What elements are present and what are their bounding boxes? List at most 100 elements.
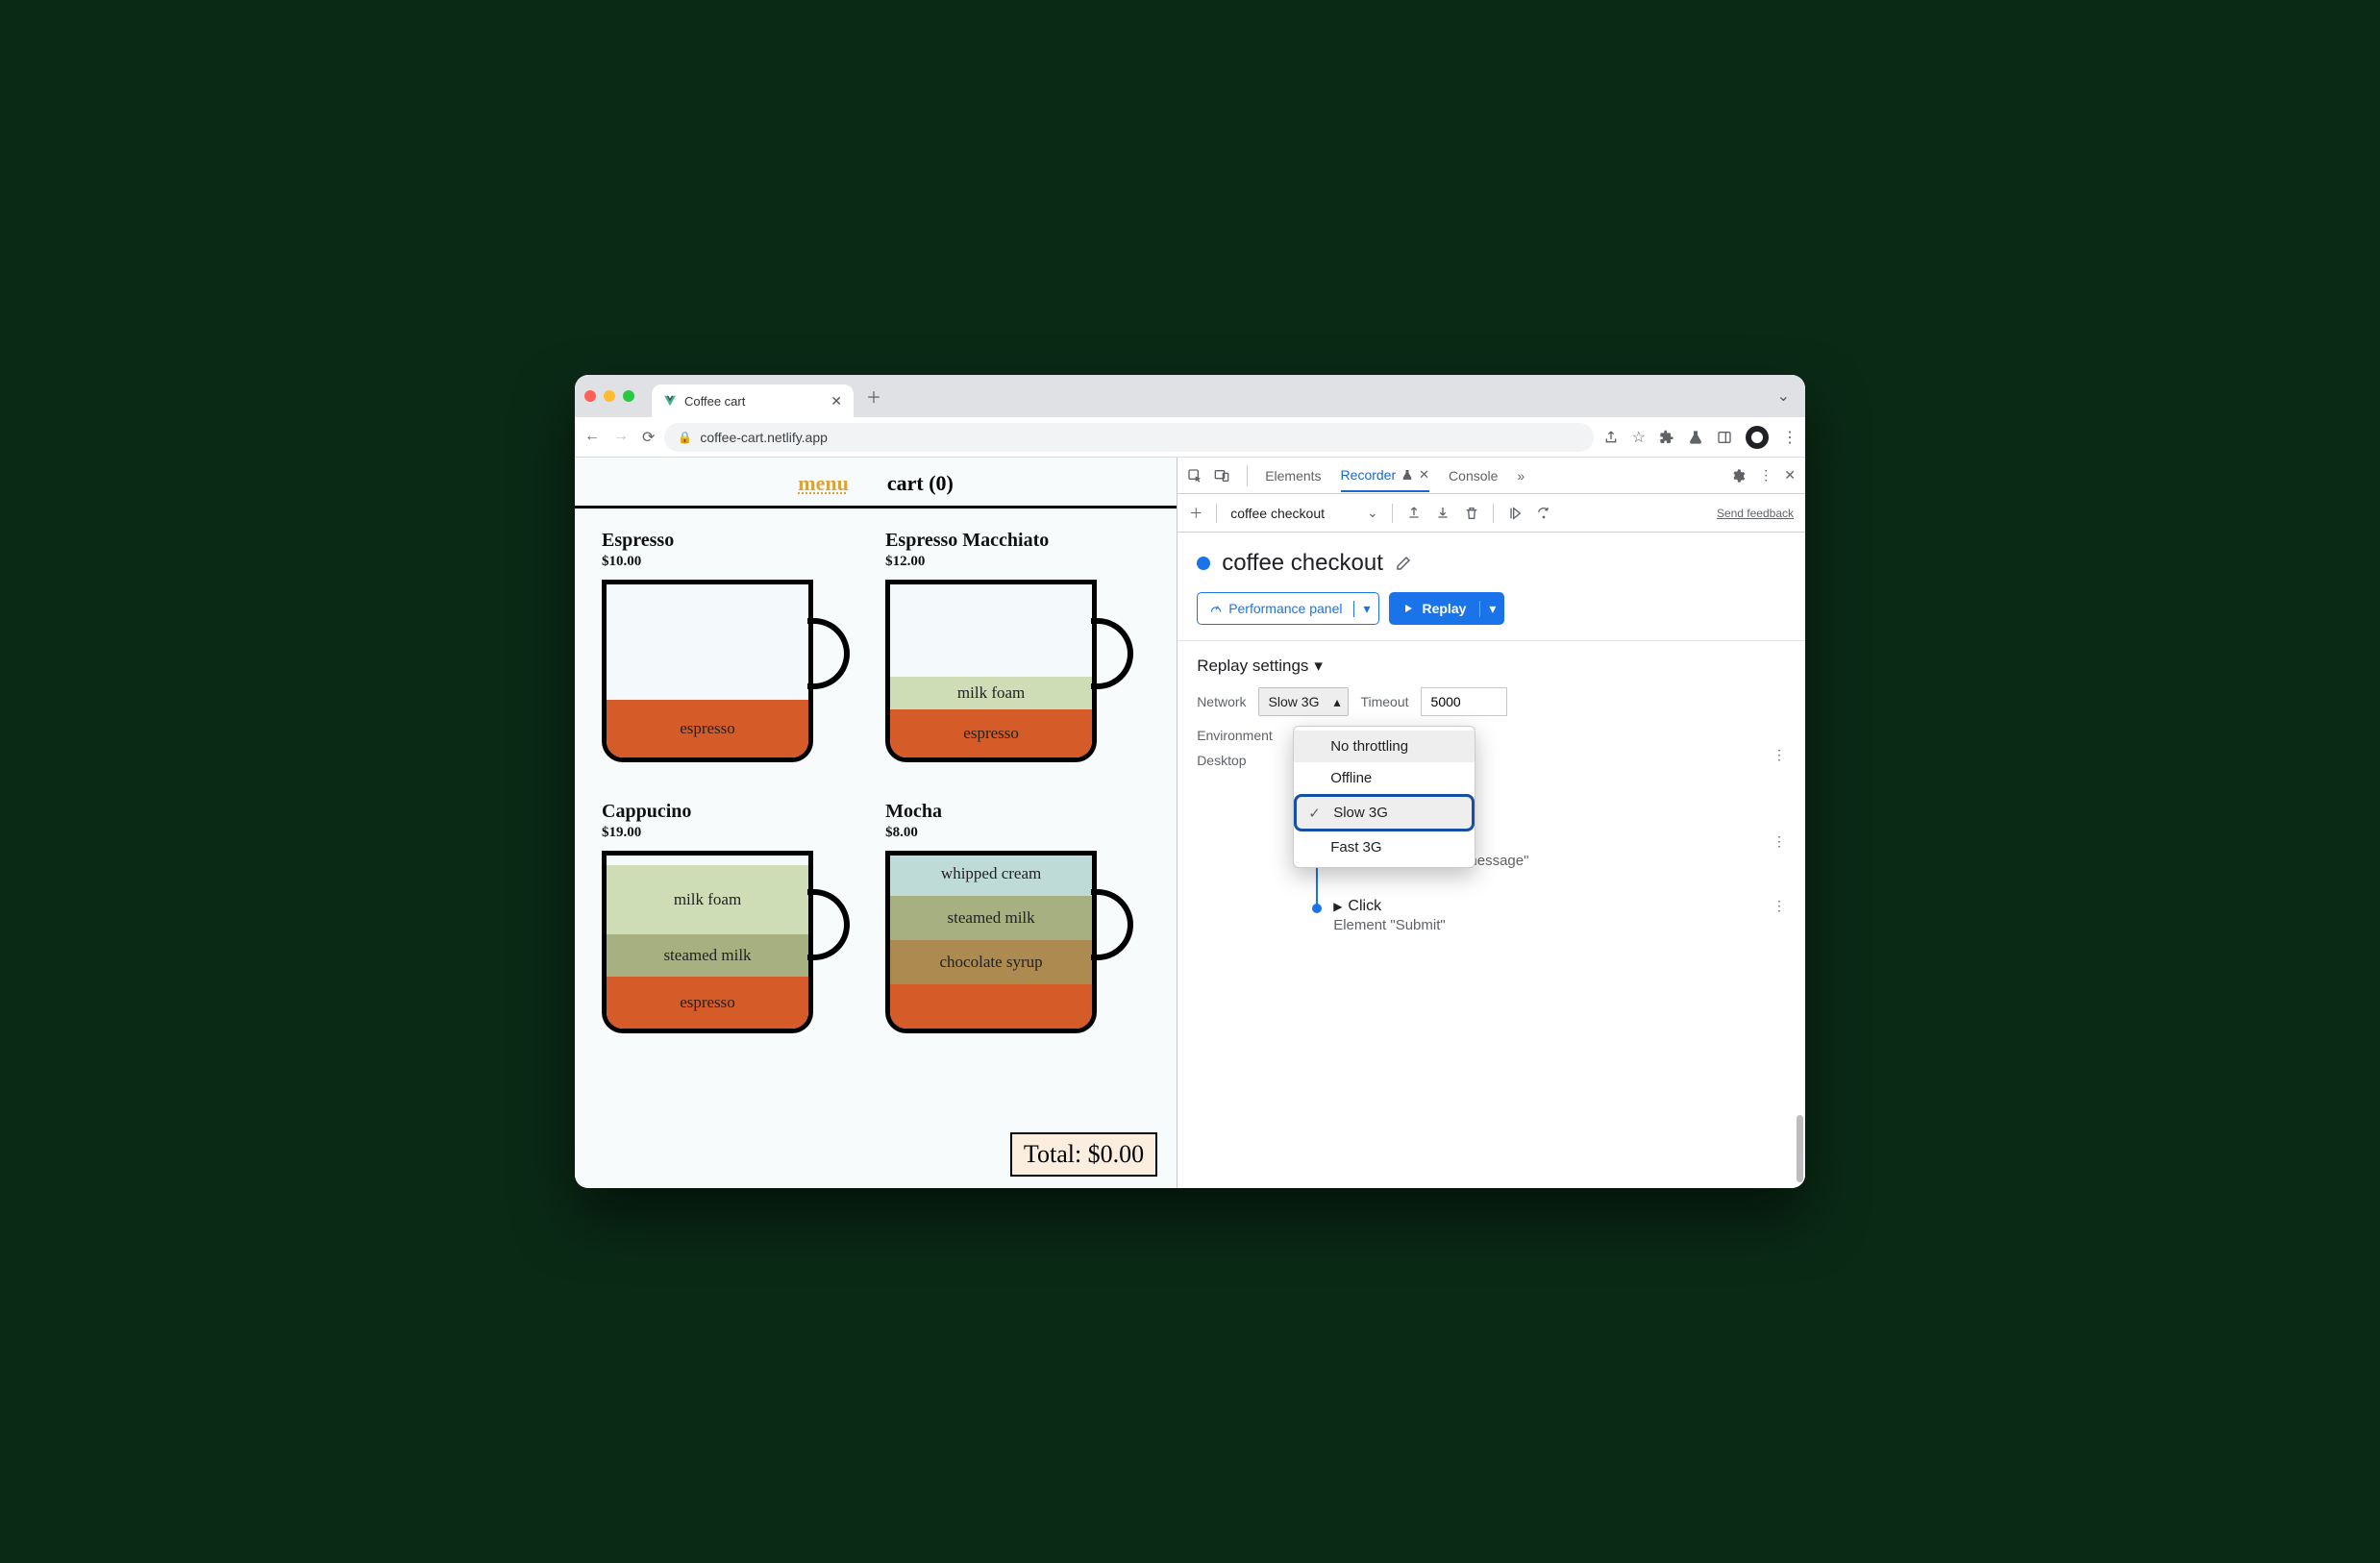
network-dropdown: No throttling Offline Slow 3G Fast 3G <box>1293 726 1475 868</box>
profile-avatar-icon[interactable] <box>1746 426 1769 449</box>
cup-layer: whipped cream <box>890 852 1092 896</box>
forward-icon[interactable]: → <box>613 428 629 447</box>
product-name: Espresso Macchiato <box>885 530 1150 552</box>
tabs-dropdown-icon[interactable]: ⌄ <box>1777 386 1796 406</box>
maximize-window-icon[interactable] <box>623 390 634 402</box>
recording-select[interactable]: coffee checkout <box>1230 506 1325 521</box>
edit-title-icon[interactable] <box>1395 555 1412 572</box>
replay-dropdown-icon[interactable]: ▾ <box>1479 601 1504 617</box>
product-card[interactable]: Espresso Macchiato $12.00 milk foamespress… <box>885 530 1150 772</box>
recording-select-caret-icon[interactable]: ⌄ <box>1367 505 1378 521</box>
dropdown-option-slow-3g[interactable]: Slow 3G <box>1294 794 1475 831</box>
replay-settings-heading[interactable]: Replay settings ▾ <box>1197 657 1786 676</box>
close-tab-icon[interactable]: ✕ <box>831 393 842 409</box>
step-menu-icon[interactable]: ⋮ <box>1773 833 1786 850</box>
performance-panel-button[interactable]: Performance panel ▾ <box>1197 592 1379 625</box>
timeout-input[interactable] <box>1421 687 1507 716</box>
delete-icon[interactable] <box>1464 506 1479 521</box>
product-card[interactable]: Mocha $8.00 whipped creamsteamed milkchoco… <box>885 801 1150 1043</box>
tab-elements[interactable]: Elements <box>1265 460 1321 491</box>
cup-layer: steamed milk <box>607 934 808 977</box>
cup-layer: espresso <box>607 977 808 1029</box>
browser-menu-icon[interactable]: ⋮ <box>1782 428 1796 447</box>
step-title: Click <box>1348 898 1381 915</box>
send-feedback-link[interactable]: Send feedback <box>1717 507 1794 520</box>
cup-layer: espresso <box>607 700 808 757</box>
add-recording-icon[interactable]: ＋ <box>1189 504 1202 523</box>
step-menu-icon[interactable]: ⋮ <box>1773 747 1786 763</box>
cup-illustration: whipped creamsteamed milkchocolate syrup <box>885 851 1133 1043</box>
step-play-icon[interactable] <box>1507 506 1523 521</box>
tab-recorder[interactable]: Recorder ✕ <box>1341 459 1430 492</box>
step-over-icon[interactable] <box>1536 506 1551 521</box>
labs-icon[interactable] <box>1688 430 1703 445</box>
device-toolbar-icon[interactable] <box>1214 468 1229 484</box>
page-nav: menu cart (0) <box>575 458 1177 509</box>
step-bullet-icon <box>1312 904 1322 913</box>
cup-layer: espresso <box>890 709 1092 757</box>
recorder-toolbar: ＋ coffee checkout ⌄ <box>1178 494 1805 533</box>
performance-dropdown-icon[interactable]: ▾ <box>1353 601 1378 617</box>
replay-button[interactable]: Replay ▾ <box>1389 592 1504 625</box>
product-name: Cappucino <box>602 801 866 823</box>
address-bar[interactable]: 🔒 coffee-cart.netlify.app <box>664 423 1593 452</box>
product-card[interactable]: Espresso$10.00espresso <box>602 530 866 772</box>
scrollbar-thumb[interactable] <box>1797 1115 1803 1182</box>
product-card[interactable]: Cappucino$19.00milk foamsteamed milkespr… <box>602 801 866 1043</box>
tab-console[interactable]: Console <box>1449 460 1498 491</box>
product-name: Mocha <box>885 801 1150 823</box>
dropdown-option-offline[interactable]: Offline <box>1294 762 1475 794</box>
content-area: menu cart (0) Espresso$10.00espressoEspr… <box>575 458 1805 1188</box>
total-badge[interactable]: Total: $0.00 <box>1010 1132 1157 1177</box>
cup-illustration: espresso <box>602 580 850 772</box>
inspect-icon[interactable] <box>1187 468 1202 484</box>
url-text: coffee-cart.netlify.app <box>700 430 828 445</box>
recorder-header: coffee checkout Performance panel ▾ <box>1178 533 1805 641</box>
share-icon[interactable] <box>1603 430 1619 445</box>
close-devtools-icon[interactable]: ✕ <box>1784 467 1796 484</box>
flask-icon <box>1401 469 1413 481</box>
cup-layer: milk foam <box>890 677 1092 709</box>
product-price: $8.00 <box>885 825 1150 841</box>
select-caret-icon: ▴ <box>1333 694 1340 710</box>
gauge-icon <box>1209 602 1223 615</box>
nav-menu-link[interactable]: menu <box>798 471 849 496</box>
expand-step-icon[interactable]: ▶ <box>1333 900 1342 913</box>
product-price: $12.00 <box>885 554 1150 570</box>
cup-layer: steamed milk <box>890 896 1092 940</box>
window-controls <box>584 390 634 402</box>
cup-layer: chocolate syrup <box>890 940 1092 984</box>
new-tab-button[interactable]: ＋ <box>861 384 886 409</box>
export-icon[interactable] <box>1406 506 1422 521</box>
cup-illustration: milk foamsteamed milkespresso <box>602 851 850 1043</box>
reload-icon[interactable]: ⟳ <box>642 428 655 447</box>
browser-toolbar: ← → ⟳ 🔒 coffee-cart.netlify.app ☆ ⋮ <box>575 417 1805 458</box>
minimize-window-icon[interactable] <box>604 390 615 402</box>
devtools-tab-bar: Elements Recorder ✕ Console » ⋮ ✕ <box>1178 458 1805 494</box>
tab-strip: Coffee cart ✕ ＋ ⌄ <box>575 375 1805 417</box>
cup-layer: milk foam <box>607 865 808 934</box>
close-panel-tab-icon[interactable]: ✕ <box>1419 467 1429 483</box>
dropdown-option-fast-3g[interactable]: Fast 3G <box>1294 831 1475 863</box>
environment-label: Environment <box>1197 728 1273 743</box>
timeout-label: Timeout <box>1360 694 1408 709</box>
more-tabs-icon[interactable]: » <box>1517 460 1525 491</box>
browser-tab[interactable]: Coffee cart ✕ <box>652 385 854 417</box>
back-icon[interactable]: ← <box>584 428 600 447</box>
settings-gear-icon[interactable] <box>1730 468 1746 484</box>
product-price: $10.00 <box>602 554 866 570</box>
import-icon[interactable] <box>1435 506 1450 521</box>
extensions-icon[interactable] <box>1659 430 1674 445</box>
recording-indicator-icon <box>1197 557 1210 570</box>
network-select[interactable]: Slow 3G ▴ <box>1258 687 1350 716</box>
cup-layer <box>890 984 1092 1029</box>
nav-cart-link[interactable]: cart (0) <box>887 471 954 496</box>
close-window-icon[interactable] <box>584 390 596 402</box>
dropdown-option-no-throttling[interactable]: No throttling <box>1294 731 1475 762</box>
star-icon[interactable]: ☆ <box>1632 428 1646 447</box>
step-menu-icon[interactable]: ⋮ <box>1773 898 1786 914</box>
devtools-menu-icon[interactable]: ⋮ <box>1759 467 1771 484</box>
tab-title: Coffee cart <box>684 394 745 409</box>
side-panel-icon[interactable] <box>1717 430 1732 445</box>
desktop-label: Desktop <box>1197 753 1786 768</box>
